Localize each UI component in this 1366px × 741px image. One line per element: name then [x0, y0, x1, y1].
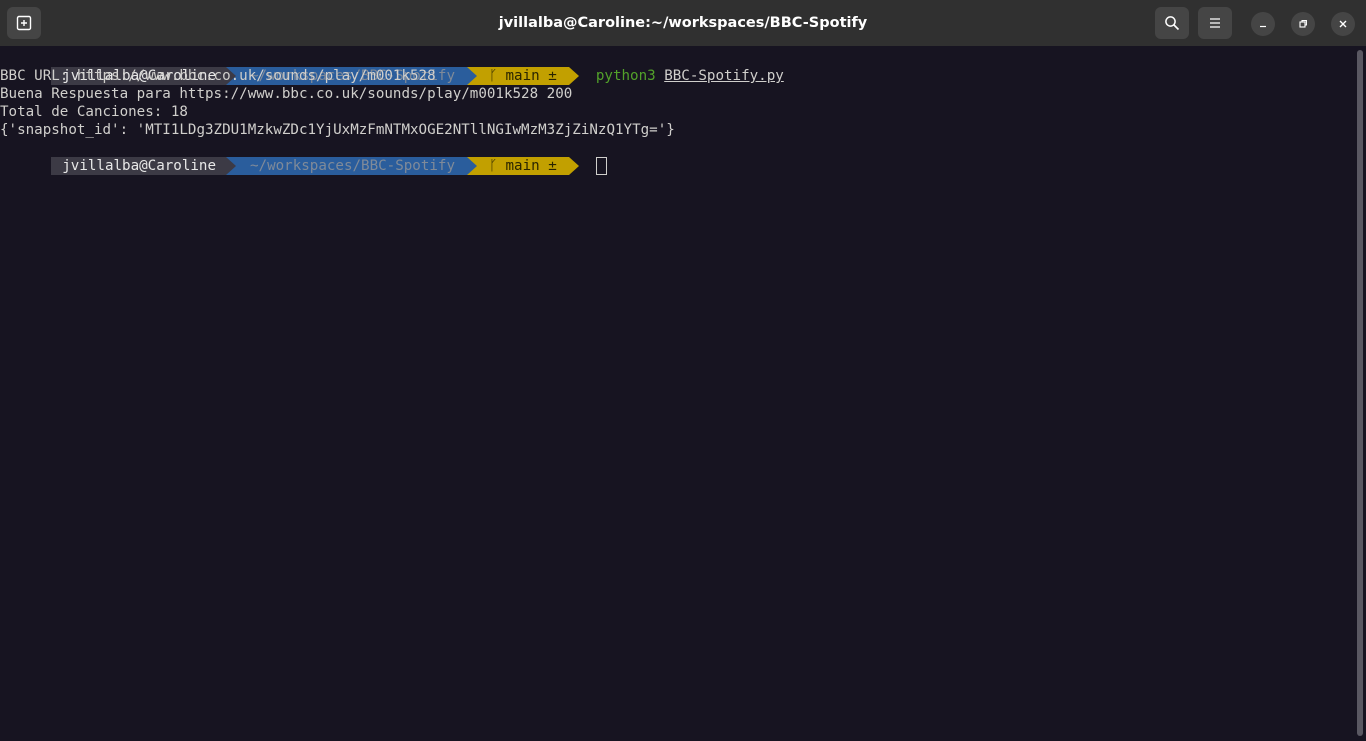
- command-prompt-line: jvillalba@Caroline ~/workspaces/BBC-Spoti…: [0, 139, 607, 175]
- terminal-output-area[interactable]: jvillalba@Caroline ~/workspaces/BBC-Spoti…: [0, 46, 1354, 741]
- prompt-git-segment: ᚴ main ±: [477, 157, 569, 175]
- output-line: {'snapshot_id': 'MTI1LDg3ZDU1MzkwZDc1YjU…: [0, 122, 675, 138]
- output-line: BBC URL: https://www.bbc.co.uk/sounds/pl…: [0, 68, 436, 84]
- minimize-icon: [1258, 19, 1268, 29]
- git-branch-icon: ᚴ: [489, 68, 498, 84]
- prompt-end-icon: [568, 67, 579, 85]
- minimize-button[interactable]: [1251, 12, 1275, 36]
- close-icon: [1338, 19, 1348, 29]
- prompt-end-icon: [568, 157, 579, 175]
- terminal-window: jvillalba@Caroline:~/workspaces/BBC-Spot…: [0, 0, 1366, 741]
- scrollbar[interactable]: [1354, 46, 1366, 741]
- command-name: python3: [595, 68, 656, 84]
- maximize-button[interactable]: [1291, 12, 1315, 36]
- prompt-git-segment: ᚴ main ±: [477, 67, 569, 85]
- output-line: Total de Canciones: 18: [0, 104, 188, 120]
- git-branch-label: main ±: [505, 158, 557, 174]
- close-button[interactable]: [1331, 12, 1355, 36]
- maximize-icon: [1298, 19, 1308, 29]
- text-cursor: [595, 157, 607, 175]
- git-branch-label: main ±: [505, 68, 557, 84]
- git-branch-icon: ᚴ: [489, 158, 498, 174]
- output-line: Buena Respuesta para https://www.bbc.co.…: [0, 86, 573, 102]
- menu-button[interactable]: [1198, 7, 1232, 39]
- prompt-user-segment: jvillalba@Caroline: [51, 157, 226, 175]
- header-bar: jvillalba@Caroline:~/workspaces/BBC-Spot…: [0, 0, 1366, 46]
- search-button[interactable]: [1155, 7, 1189, 39]
- search-icon: [1164, 15, 1180, 31]
- command-prompt-line: jvillalba@Caroline ~/workspaces/BBC-Spoti…: [0, 49, 784, 85]
- scrollbar-thumb[interactable]: [1357, 50, 1363, 736]
- prompt-path-segment: ~/workspaces/BBC-Spotify: [236, 157, 467, 175]
- command-argument-link[interactable]: BBC-Spotify.py: [664, 68, 784, 84]
- prompt-separator-icon: [467, 157, 477, 175]
- prompt-separator-icon: [226, 157, 236, 175]
- prompt-separator-icon: [467, 67, 477, 85]
- hamburger-menu-icon: [1208, 17, 1222, 29]
